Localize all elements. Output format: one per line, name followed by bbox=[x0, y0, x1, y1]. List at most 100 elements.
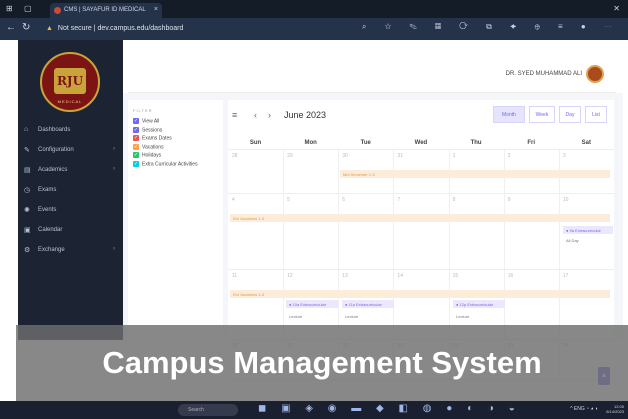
checkbox-checked-icon[interactable]: ✓ bbox=[133, 135, 139, 141]
day-number[interactable]: 12 bbox=[287, 273, 293, 279]
checkbox-checked-icon[interactable]: ✓ bbox=[133, 118, 139, 124]
window-menu-icon[interactable]: ⊞ bbox=[6, 4, 13, 13]
window-close-icon[interactable]: ✕ bbox=[613, 4, 620, 13]
day-number[interactable]: 14 bbox=[397, 273, 403, 279]
filter-label: View All bbox=[142, 118, 160, 125]
day-number[interactable]: 3 bbox=[563, 153, 566, 159]
next-month-button[interactable]: › bbox=[268, 110, 271, 120]
checkbox-checked-icon[interactable]: ✓ bbox=[133, 126, 139, 133]
day-number[interactable]: 29 bbox=[287, 153, 293, 159]
day-number[interactable]: 2 bbox=[508, 153, 511, 159]
event-extracurricular-sat[interactable]: ● 9a Extracurricular bbox=[563, 226, 613, 234]
tab-search-icon[interactable]: ▢ bbox=[24, 4, 32, 13]
prev-month-button[interactable]: ‹ bbox=[254, 110, 257, 120]
event-note-mon: Lecture bbox=[289, 314, 303, 319]
filter-label: Sessions bbox=[142, 126, 163, 133]
sidebar-item-events[interactable]: ✺ Events bbox=[18, 202, 123, 218]
address-url: dev.campus.edu/dashboard bbox=[97, 25, 184, 32]
grid-line bbox=[283, 150, 285, 193]
filter-option[interactable]: ✓ Extra Curricular Activities bbox=[133, 160, 198, 167]
filter-option[interactable]: ✓ Exams Dates bbox=[133, 135, 172, 141]
day-number[interactable]: 7 bbox=[397, 197, 400, 203]
day-number[interactable]: 28 bbox=[232, 153, 238, 159]
day-number[interactable]: 16 bbox=[508, 273, 514, 279]
os-taskbar: Search ◼ ▣ ◈ ◉ ▬ ◆ ◧ ◍ ● ◐ ◑ ◒ ^ ENG ◔ ◕… bbox=[0, 401, 628, 419]
logo-letters: RJU bbox=[54, 68, 86, 94]
week-row: 4 5 6 7 8 9 10 bbox=[228, 194, 614, 270]
weekday-fri: Fri bbox=[527, 140, 536, 146]
back-icon[interactable]: ← bbox=[6, 22, 16, 33]
day-number[interactable]: 9 bbox=[508, 197, 511, 203]
event-eid-vacation-week2[interactable]: Eid Vacations 1-5 bbox=[230, 214, 610, 222]
event-eid-vacation-week3[interactable]: Eid Vacations 1-5 bbox=[230, 290, 610, 298]
wrench-icon: ✎ bbox=[24, 147, 30, 154]
day-number[interactable]: 11 bbox=[232, 273, 237, 279]
banner-title: Campus Management System bbox=[102, 345, 542, 380]
sidebar-item-label: Dashboards bbox=[38, 127, 71, 133]
sidebar-item-configuration[interactable]: ✎ Configuration › bbox=[18, 142, 123, 158]
day-number[interactable]: 31 bbox=[397, 153, 403, 159]
grid-line bbox=[448, 194, 450, 269]
event-extracurricular-tue[interactable]: ● 11a Extracurricular bbox=[342, 300, 394, 308]
day-number[interactable]: 6 bbox=[342, 197, 345, 203]
sidebar-item-label: Exchange bbox=[38, 247, 65, 253]
day-number[interactable]: 13 bbox=[342, 273, 348, 279]
day-number[interactable]: 10 bbox=[563, 197, 569, 203]
day-number[interactable]: 30 bbox=[342, 153, 348, 159]
filter-label: Holidays bbox=[142, 152, 162, 159]
day-number[interactable]: 15 bbox=[453, 273, 459, 279]
weekday-wed: Wed bbox=[414, 140, 428, 146]
checkbox-checked-icon[interactable]: ✓ bbox=[133, 160, 139, 167]
gear-icon: ✺ bbox=[24, 207, 30, 214]
event-note-sat: All Day bbox=[566, 238, 579, 243]
browser-tab-active[interactable]: CMS | SAYAFUR ID MEDICAL × bbox=[50, 3, 162, 18]
event-mid-semester[interactable]: Mid Semester 1-3 bbox=[340, 170, 610, 178]
tab-close-icon[interactable]: × bbox=[154, 6, 158, 13]
sidebar-item-dashboards[interactable]: ⌂ Dashboards bbox=[18, 122, 123, 138]
user-name[interactable]: DR. SYED MUHAMMAD ALI bbox=[506, 71, 582, 77]
sidebar-item-exams[interactable]: ◷ Exams bbox=[18, 182, 123, 198]
day-number[interactable]: 4 bbox=[232, 197, 235, 203]
sidebar-item-exchange[interactable]: ⚙ Exchange › bbox=[18, 242, 123, 258]
day-number[interactable]: 8 bbox=[453, 197, 456, 203]
grid-line bbox=[283, 194, 285, 269]
taskbar-app-icons[interactable]: ◼ ▣ ◈ ◉ ▬ ◆ ◧ ◍ ● ◐ ◑ ◒ bbox=[258, 403, 521, 414]
favicon-icon bbox=[54, 7, 61, 14]
checkbox-checked-icon[interactable]: ✓ bbox=[133, 152, 139, 158]
view-month-button[interactable]: Month bbox=[493, 106, 525, 123]
calendar-icon: ▣ bbox=[24, 227, 31, 234]
event-extracurricular-thu[interactable]: ● 12p Extracurricular bbox=[453, 300, 505, 308]
sidebar-item-academics[interactable]: ▤ Academics › bbox=[18, 162, 123, 178]
filter-option[interactable]: ✓ Holidays bbox=[133, 152, 161, 158]
taskbar-search[interactable]: Search bbox=[178, 404, 238, 416]
sidebar-item-calendar[interactable]: ▣ Calendar bbox=[18, 222, 123, 238]
taskbar-clock[interactable]: 12:00 6/14/2023 bbox=[606, 404, 624, 414]
sidebar-item-label: Exams bbox=[38, 187, 57, 193]
filter-label: Exams Dates bbox=[142, 135, 172, 142]
view-day-button[interactable]: Day bbox=[559, 106, 581, 123]
sidebar-item-label: Calendar bbox=[38, 227, 63, 233]
event-extracurricular-mon[interactable]: ● 10a Extracurricular bbox=[286, 300, 338, 308]
caption-banner: Campus Management System bbox=[16, 325, 628, 401]
reload-icon[interactable]: ↻ bbox=[22, 22, 30, 33]
weekday-sun: Sun bbox=[249, 140, 262, 146]
day-number[interactable]: 5 bbox=[287, 197, 290, 203]
system-tray[interactable]: ^ ENG ◔ ◕ ◖ bbox=[570, 406, 598, 412]
filter-option[interactable]: ✓ Vacations bbox=[133, 143, 164, 150]
calendar-toolbar: ≡ ‹ › June 2023 Month Week Day List bbox=[228, 100, 614, 130]
sidebar-item-label: Events bbox=[38, 207, 57, 213]
sidebar-item-label: Configuration bbox=[38, 147, 74, 153]
filter-option[interactable]: ✓ View All bbox=[133, 118, 159, 124]
calendar-title: June 2023 bbox=[284, 110, 327, 120]
filter-panel: FILTER ✓ View All ✓ Sessions ✓ Exams Dates ✓ Va… bbox=[128, 100, 223, 340]
filter-option[interactable]: ✓ Sessions bbox=[133, 126, 163, 133]
avatar[interactable] bbox=[586, 65, 604, 83]
day-number[interactable]: 17 bbox=[563, 273, 569, 279]
view-list-button[interactable]: List bbox=[585, 106, 607, 123]
day-number[interactable]: 1 bbox=[453, 153, 456, 159]
menu-icon[interactable]: ≡ bbox=[232, 110, 237, 120]
filter-label: Extra Curricular Activities bbox=[142, 160, 198, 167]
extension-icons[interactable]: ⌕ ☆ ✎ ▦ ⟳ ⧉ ✦ ⊕ ≡ ● ⋯ bbox=[362, 22, 620, 32]
checkbox-checked-icon[interactable]: ✓ bbox=[133, 143, 139, 150]
view-week-button[interactable]: Week bbox=[529, 106, 555, 123]
